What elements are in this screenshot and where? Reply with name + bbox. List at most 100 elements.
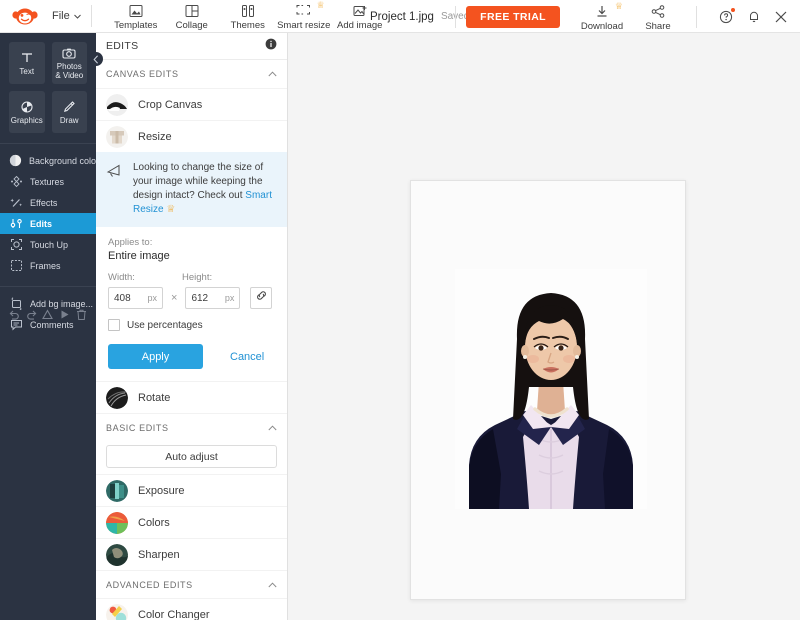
download-icon [595,4,609,19]
edits-item-sharpen-label: Sharpen [138,549,180,561]
edits-panel: EDITS CANVAS EDITS [96,33,288,620]
edits-item-resize[interactable]: Resize [96,120,287,152]
panel-collapse-button[interactable] [89,52,103,66]
tool-templates[interactable]: Templates [108,1,164,31]
help-question-icon[interactable] [719,9,734,24]
tool-smart-resize[interactable]: ♕ Smart resize [276,1,332,31]
sidebar-card-draw[interactable]: Draw [52,91,88,133]
section-advanced-edits-title: ADVANCED EDITS [106,580,193,590]
resize-dimensions-form: Width: Height: 408 px × 612 px [96,264,287,381]
section-basic-edits-header[interactable]: BASIC EDITS [96,413,287,441]
draw-pencil-icon [62,100,76,114]
smart-resize-promo-text: Looking to change the size of your image… [133,161,277,217]
apply-button[interactable]: Apply [108,344,203,369]
smart-resize-promo: Looking to change the size of your image… [96,152,287,227]
touch-up-face-icon [9,238,23,252]
trash-delete-icon[interactable] [75,308,88,326]
toolbar-divider [696,6,697,28]
background-color-icon [9,154,22,168]
sidebar-item-edits[interactable]: Edits [0,213,96,234]
sidebar-item-edits-label: Edits [30,219,52,229]
download-label: Download [581,21,623,32]
chevron-up-icon [268,582,277,588]
info-circle-icon[interactable] [265,37,277,55]
auto-adjust-button[interactable]: Auto adjust [106,445,277,468]
top-toolbar: File Templates [0,0,800,33]
sidebar-item-frames[interactable]: Frames [0,255,96,276]
edits-item-crop-canvas-label: Crop Canvas [138,99,202,111]
redo-icon[interactable] [25,308,38,326]
text-icon [20,51,34,65]
sidebar-item-textures[interactable]: Textures [0,171,96,192]
dimension-labels: Width: Height: [108,272,275,283]
undo-icon[interactable] [8,308,21,326]
edits-item-sharpen[interactable]: Sharpen [96,538,287,570]
photos-video-icon [62,47,76,60]
sharpen-thumb [106,544,128,566]
sidebar-item-frames-label: Frames [30,261,61,271]
alert-triangle-icon[interactable] [41,308,54,326]
chevron-up-icon [268,425,277,431]
cancel-button[interactable]: Cancel [230,351,264,363]
sidebar-item-background-color[interactable]: Background color [0,150,96,171]
portrait-photo[interactable] [455,269,647,509]
edits-item-rotate-label: Rotate [138,392,170,404]
megaphone-icon [106,161,124,184]
height-label: Height: [182,272,212,283]
use-percentages-row[interactable]: Use percentages [108,319,275,331]
crown-icon: ♕ [615,1,623,12]
width-input[interactable]: 408 px [108,287,163,309]
share-button[interactable]: Share [630,2,686,32]
edits-item-crop-canvas[interactable]: Crop Canvas [96,88,287,120]
project-name[interactable]: Project 1.jpg [370,11,434,23]
image-canvas[interactable] [410,180,686,600]
width-unit: px [147,293,157,303]
aspect-ratio-lock-button[interactable] [250,287,272,309]
sidebar-divider [0,143,96,144]
height-input[interactable]: 612 px [185,287,240,309]
share-icon [651,4,665,19]
applies-to-value: Entire image [108,250,275,262]
exposure-thumb [106,480,128,502]
sidebar-card-text[interactable]: Text [9,42,45,84]
use-percentages-label: Use percentages [127,320,203,331]
tool-collage[interactable]: Collage [164,1,220,31]
crop-canvas-thumb [106,94,128,116]
canvas-stage[interactable] [288,33,800,620]
edits-item-color-changer[interactable]: Color Changer [96,598,287,620]
download-share-group: ♕ Download Share [574,2,686,32]
free-trial-button[interactable]: FREE TRIAL [466,6,560,28]
sidebar-card-photos-video[interactable]: Photos& Video [52,42,88,84]
collage-icon [185,3,199,18]
section-canvas-edits-header[interactable]: CANVAS EDITS [96,60,287,88]
file-menu-button[interactable]: File [52,10,81,22]
sidebar-item-touch-up[interactable]: Touch Up [0,234,96,255]
edits-item-rotate[interactable]: Rotate [96,381,287,413]
sidebar-card-graphics[interactable]: Graphics [9,91,45,133]
resize-buttons-row: Apply Cancel [108,344,275,381]
edits-item-colors[interactable]: Colors [96,506,287,538]
tool-themes-label: Themes [231,20,265,31]
section-advanced-edits-header[interactable]: ADVANCED EDITS [96,570,287,598]
crown-icon: ♕ [317,0,325,11]
download-button[interactable]: ♕ Download [574,2,630,32]
monkey-logo-icon[interactable] [8,6,42,26]
bell-icon[interactable] [747,9,761,24]
toolbar-divider [91,5,92,27]
chevron-down-icon [74,14,81,19]
tool-smart-resize-label: Smart resize [277,20,330,31]
sidebar-item-effects[interactable]: Effects [0,192,96,213]
rotate-thumb [106,387,128,409]
height-unit: px [225,293,235,303]
picmonkey-editor: File Templates [0,0,800,620]
close-x-icon[interactable] [774,10,788,24]
frames-icon [9,259,23,273]
use-percentages-checkbox[interactable] [108,319,120,331]
sidebar-card-photos-video-label: Photos& Video [55,62,83,80]
edits-item-exposure[interactable]: Exposure [96,474,287,506]
sidebar-divider [0,286,96,287]
play-preview-icon[interactable] [58,308,71,326]
tool-themes[interactable]: Themes [220,1,276,31]
textures-icon [9,175,23,189]
add-image-icon [353,3,367,18]
